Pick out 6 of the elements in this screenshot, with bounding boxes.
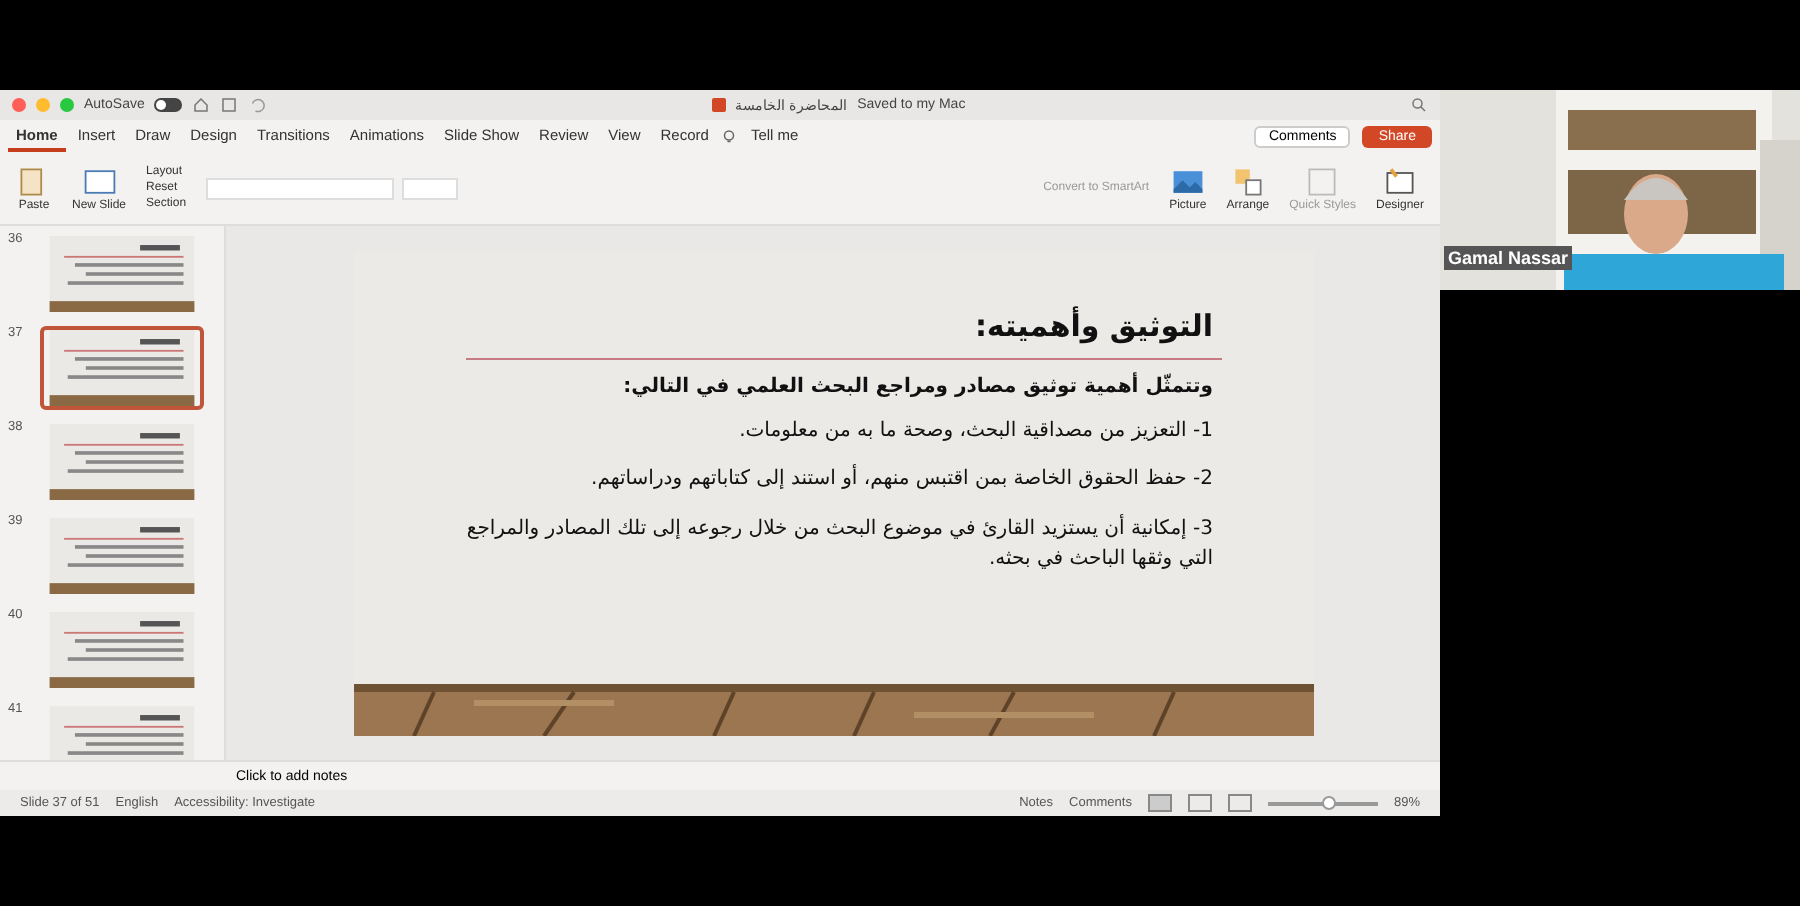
slide-bullet: 2- حفظ الحقوق الخاصة بمن اقتبس منهم، أو استند إلى كتاباتهم ودراساتهم. — [589, 464, 1213, 494]
slide-title: التوثيق وأهميته: — [972, 307, 1213, 343]
slide-bullet: 1- التعزيز من مصداقية البحث، وصحة ما به من معلومات. — [737, 417, 1213, 445]
participant-name: Gamal Nassar — [1444, 246, 1573, 270]
slide-bullet: 3- إمكانية أن يستزيد القارئ في موضوع البحث من خلال رجوعه إلى تلك المصادر والمراجع التي وثقها الباحث في بحثه. — [464, 513, 1213, 574]
slide-intro: وتتمثّل أهمية توثيق مصادر ومراجع البحث العلمي في التالي: — [621, 375, 1213, 397]
